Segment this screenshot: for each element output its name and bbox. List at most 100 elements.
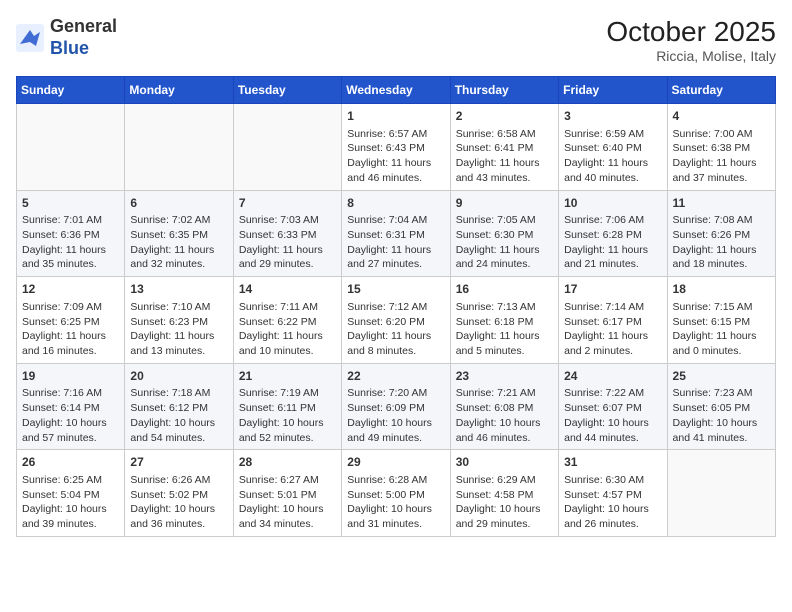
weekday-header-wednesday: Wednesday	[342, 77, 450, 104]
day-info: Sunrise: 7:06 AM	[564, 213, 661, 228]
calendar-cell: 12 Sunrise: 7:09 AMSunset: 6:25 PMDayligh…	[17, 277, 125, 364]
day-info: Sunrise: 6:25 AM	[22, 473, 119, 488]
weekday-header-monday: Monday	[125, 77, 233, 104]
day-info: Sunset: 5:02 PM	[130, 488, 227, 503]
day-info: Daylight: 11 hours and 16 minutes.	[22, 329, 119, 358]
day-info: Daylight: 10 hours and 41 minutes.	[673, 416, 770, 445]
calendar-cell: 19Sunrise: 7:16 AMSunset: 6:14 PMDayligh…	[17, 363, 125, 450]
day-number: 11	[673, 195, 770, 212]
day-number: 23	[456, 368, 553, 385]
day-info: Daylight: 11 hours and 10 minutes.	[239, 329, 336, 358]
day-info: Sunset: 5:00 PM	[347, 488, 444, 503]
day-info: Sunset: 6:31 PM	[347, 228, 444, 243]
calendar-cell: 27Sunrise: 6:26 AMSunset: 5:02 PMDayligh…	[125, 450, 233, 537]
day-number: 5	[22, 195, 119, 212]
day-number: 26	[22, 454, 119, 471]
logo-icon	[16, 24, 44, 52]
day-info: Daylight: 11 hours and 13 minutes.	[130, 329, 227, 358]
calendar-cell: 9Sunrise: 7:05 AMSunset: 6:30 PMDaylight…	[450, 190, 558, 277]
day-info: Sunset: 6:20 PM	[347, 315, 444, 330]
day-info: Sunset: 6:18 PM	[456, 315, 553, 330]
day-info: Sunset: 5:04 PM	[22, 488, 119, 503]
logo-blue-text: Blue	[50, 38, 89, 58]
day-info: Sunrise: 7:14 AM	[564, 300, 661, 315]
calendar-cell: 8Sunrise: 7:04 AMSunset: 6:31 PMDaylight…	[342, 190, 450, 277]
day-info: Sunrise: 6:57 AM	[347, 127, 444, 142]
day-info: Sunrise: 6:59 AM	[564, 127, 661, 142]
day-number: 2	[456, 108, 553, 125]
day-info: Sunset: 6:33 PM	[239, 228, 336, 243]
day-info: Sunset: 6:25 PM	[22, 315, 119, 330]
calendar-cell: 26Sunrise: 6:25 AMSunset: 5:04 PMDayligh…	[17, 450, 125, 537]
calendar-cell: 30Sunrise: 6:29 AMSunset: 4:58 PMDayligh…	[450, 450, 558, 537]
calendar-cell: 16Sunrise: 7:13 AMSunset: 6:18 PMDayligh…	[450, 277, 558, 364]
day-number: 3	[564, 108, 661, 125]
day-number: 31	[564, 454, 661, 471]
calendar-cell: 10Sunrise: 7:06 AMSunset: 6:28 PMDayligh…	[559, 190, 667, 277]
day-info: Daylight: 11 hours and 37 minutes.	[673, 156, 770, 185]
calendar-cell: 21Sunrise: 7:19 AMSunset: 6:11 PMDayligh…	[233, 363, 341, 450]
calendar-subtitle: Riccia, Molise, Italy	[606, 48, 776, 64]
calendar-cell: 11Sunrise: 7:08 AMSunset: 6:26 PMDayligh…	[667, 190, 775, 277]
day-info: Sunset: 6:17 PM	[564, 315, 661, 330]
day-number: 22	[347, 368, 444, 385]
calendar-cell: 31Sunrise: 6:30 AMSunset: 4:57 PMDayligh…	[559, 450, 667, 537]
day-number: 12	[22, 281, 119, 298]
day-info: Sunrise: 6:29 AM	[456, 473, 553, 488]
day-info: Daylight: 10 hours and 54 minutes.	[130, 416, 227, 445]
day-number: 19	[22, 368, 119, 385]
calendar-cell	[233, 104, 341, 191]
day-info: Daylight: 11 hours and 27 minutes.	[347, 243, 444, 272]
day-info: Sunrise: 7:19 AM	[239, 386, 336, 401]
day-info: Sunrise: 6:28 AM	[347, 473, 444, 488]
day-info: Sunrise: 7:02 AM	[130, 213, 227, 228]
day-info: Daylight: 10 hours and 49 minutes.	[347, 416, 444, 445]
day-info: Sunrise: 7:21 AM	[456, 386, 553, 401]
calendar-table: SundayMondayTuesdayWednesdayThursdayFrid…	[16, 76, 776, 537]
day-info: Daylight: 10 hours and 36 minutes.	[130, 502, 227, 531]
weekday-header-thursday: Thursday	[450, 77, 558, 104]
day-info: Daylight: 11 hours and 2 minutes.	[564, 329, 661, 358]
day-info: Sunset: 6:11 PM	[239, 401, 336, 416]
calendar-cell	[17, 104, 125, 191]
calendar-title: October 2025	[606, 16, 776, 48]
calendar-cell: 18Sunrise: 7:15 AMSunset: 6:15 PMDayligh…	[667, 277, 775, 364]
day-number: 20	[130, 368, 227, 385]
calendar-cell: 24Sunrise: 7:22 AMSunset: 6:07 PMDayligh…	[559, 363, 667, 450]
calendar-cell: 15Sunrise: 7:12 AMSunset: 6:20 PMDayligh…	[342, 277, 450, 364]
calendar-cell: 17 Sunrise: 7:14 AMSunset: 6:17 PMDayligh…	[559, 277, 667, 364]
day-info: Daylight: 11 hours and 18 minutes.	[673, 243, 770, 272]
calendar-week-row: 1Sunrise: 6:57 AMSunset: 6:43 PMDaylight…	[17, 104, 776, 191]
calendar-cell: 6Sunrise: 7:02 AMSunset: 6:35 PMDaylight…	[125, 190, 233, 277]
day-info: Sunrise: 7:16 AM	[22, 386, 119, 401]
day-number: 14	[239, 281, 336, 298]
calendar-cell: 14 Sunrise: 7:11 AMSunset: 6:22 PMDayligh…	[233, 277, 341, 364]
day-info: Daylight: 10 hours and 29 minutes.	[456, 502, 553, 531]
day-info: Daylight: 10 hours and 34 minutes.	[239, 502, 336, 531]
day-info: Sunset: 6:14 PM	[22, 401, 119, 416]
day-info: Sunrise: 7:03 AM	[239, 213, 336, 228]
day-info: Sunset: 6:22 PM	[239, 315, 336, 330]
day-info: Daylight: 10 hours and 46 minutes.	[456, 416, 553, 445]
day-info: Sunrise: 7:05 AM	[456, 213, 553, 228]
day-number: 16	[456, 281, 553, 298]
calendar-cell: 28Sunrise: 6:27 AMSunset: 5:01 PMDayligh…	[233, 450, 341, 537]
day-number: 17	[564, 281, 661, 298]
day-info: Sunrise: 7:11 AM	[239, 300, 336, 315]
day-number: 8	[347, 195, 444, 212]
calendar-cell: 20Sunrise: 7:18 AMSunset: 6:12 PMDayligh…	[125, 363, 233, 450]
day-info: Daylight: 11 hours and 5 minutes.	[456, 329, 553, 358]
day-info: Sunrise: 7:09 AM	[22, 300, 119, 315]
day-info: Sunrise: 6:30 AM	[564, 473, 661, 488]
day-info: Daylight: 11 hours and 8 minutes.	[347, 329, 444, 358]
day-info: Daylight: 11 hours and 40 minutes.	[564, 156, 661, 185]
day-number: 15	[347, 281, 444, 298]
calendar-cell: 22Sunrise: 7:20 AMSunset: 6:09 PMDayligh…	[342, 363, 450, 450]
calendar-week-row: 5Sunrise: 7:01 AMSunset: 6:36 PMDaylight…	[17, 190, 776, 277]
day-info: Sunset: 6:15 PM	[673, 315, 770, 330]
logo-general-text: General	[50, 16, 117, 36]
calendar-cell	[667, 450, 775, 537]
day-info: Sunrise: 7:04 AM	[347, 213, 444, 228]
day-info: Sunset: 6:30 PM	[456, 228, 553, 243]
day-info: Sunrise: 7:18 AM	[130, 386, 227, 401]
